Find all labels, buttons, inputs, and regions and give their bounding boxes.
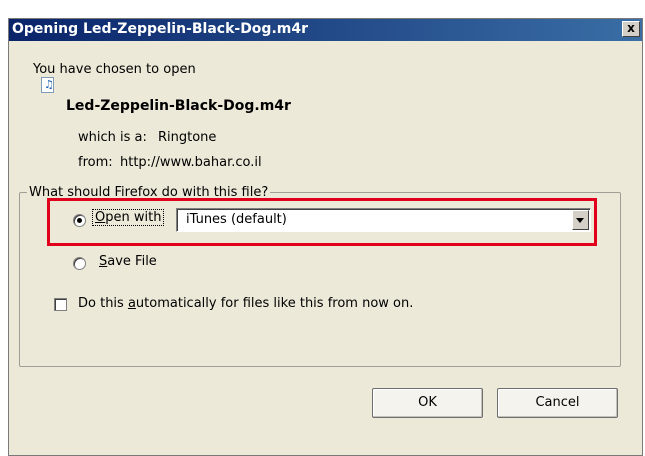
ok-button[interactable]: OK [372,388,483,418]
cancel-button[interactable]: Cancel [497,388,618,418]
close-button[interactable]: x [622,21,640,37]
dropdown-arrow-icon[interactable] [572,210,589,230]
file-type-label: which is a: [78,130,147,145]
file-from-value: http://www.bahar.co.il [120,155,262,170]
save-file-label[interactable]: Save File [99,254,157,269]
intro-text: You have chosen to open [33,62,196,77]
app-select-value: iTunes (default) [186,212,287,227]
file-type-value: Ringtone [158,130,217,145]
save-file-radio[interactable] [73,257,86,270]
auto-checkbox[interactable] [54,298,67,311]
open-with-radio[interactable] [73,214,86,227]
window-title: Opening Led-Zeppelin-Black-Dog.m4r [12,21,309,37]
music-file-icon: ♫ [41,77,54,93]
open-with-label[interactable]: Open with [92,209,165,226]
app-select[interactable]: iTunes (default) [176,208,591,232]
auto-label[interactable]: Do this automatically for files like thi… [78,296,413,311]
title-bar[interactable]: Opening Led-Zeppelin-Black-Dog.m4r x [9,19,642,41]
file-name: Led-Zeppelin-Black-Dog.m4r [66,98,291,114]
file-from-label: from: [78,155,113,170]
